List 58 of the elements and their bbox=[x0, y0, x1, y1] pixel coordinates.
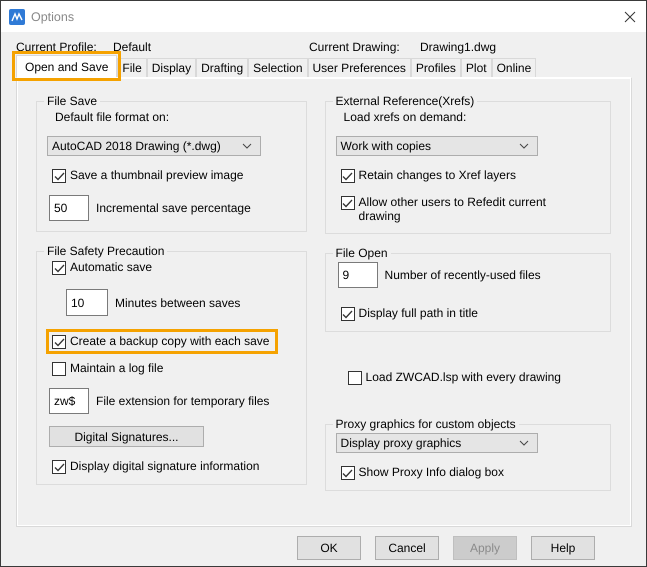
check-icon bbox=[54, 338, 64, 346]
group-title: Proxy graphics for custom objects bbox=[334, 417, 517, 431]
tab[interactable]: Plot bbox=[460, 58, 492, 77]
tab[interactable]: Display bbox=[146, 58, 196, 77]
window-title: Options bbox=[31, 10, 76, 24]
profile-value: Default bbox=[113, 40, 152, 54]
check-icon bbox=[342, 310, 354, 318]
checkbox[interactable]: Display full path in title bbox=[338, 304, 481, 323]
field-label: Default file format on: bbox=[55, 110, 170, 124]
checkbox[interactable]: Display digital signature information bbox=[49, 457, 262, 476]
dialog-button[interactable]: Cancel bbox=[375, 536, 439, 560]
checkbox[interactable]: Automatic save bbox=[49, 258, 156, 277]
group-title: External Reference(Xrefs) bbox=[334, 94, 476, 108]
group-title: File Open bbox=[334, 246, 389, 260]
checkbox[interactable]: Load ZWCAD.lsp with every drawing bbox=[344, 368, 611, 387]
checkbox[interactable]: Allow other users to Refedit current drawing bbox=[338, 193, 562, 225]
input-field[interactable]: 50 bbox=[49, 195, 89, 221]
chevron-down-icon bbox=[518, 440, 529, 446]
app-icon bbox=[9, 8, 25, 24]
field-label: Number of recently-used files bbox=[384, 268, 541, 282]
check-icon bbox=[342, 198, 354, 208]
input-field[interactable]: zw$ bbox=[49, 388, 89, 414]
check-icon bbox=[54, 172, 64, 180]
check-icon bbox=[54, 462, 64, 472]
check-icon bbox=[342, 468, 354, 478]
dropdown[interactable]: Work with copies bbox=[336, 136, 538, 156]
field-label: File extension for temporary files bbox=[96, 394, 270, 408]
chevron-down-icon bbox=[242, 143, 252, 149]
group-title: File Safety Precaution bbox=[46, 244, 166, 258]
close-icon[interactable] bbox=[624, 10, 636, 22]
drawing-label: Current Drawing: bbox=[309, 40, 401, 54]
dialog-button[interactable]: OK bbox=[297, 536, 361, 560]
checkbox[interactable]: Create a backup copy with each save bbox=[49, 332, 276, 351]
profile-label: Current Profile: bbox=[16, 40, 98, 54]
input-field[interactable]: 9 bbox=[338, 262, 378, 288]
field-label: Minutes between saves bbox=[115, 296, 240, 310]
digital-signatures-button[interactable]: Digital Signatures... bbox=[49, 426, 204, 447]
checkbox[interactable]: Retain changes to Xref layers bbox=[338, 166, 519, 185]
dialog-button[interactable]: Help bbox=[531, 536, 595, 560]
chevron-down-icon bbox=[518, 143, 529, 149]
check-icon bbox=[342, 172, 354, 180]
tab[interactable]: User Preferences bbox=[308, 58, 411, 77]
field-label: Load xrefs on demand: bbox=[344, 110, 468, 124]
input-field[interactable]: 10 bbox=[66, 289, 108, 316]
tab[interactable]: Profiles bbox=[410, 58, 461, 77]
checkbox[interactable]: Maintain a log file bbox=[49, 359, 166, 378]
tab[interactable]: Online bbox=[492, 58, 536, 77]
checkbox[interactable]: Show Proxy Info dialog box bbox=[338, 463, 507, 482]
tab[interactable]: File bbox=[117, 58, 147, 77]
field-label: Incremental save percentage bbox=[96, 201, 251, 215]
check-icon bbox=[54, 264, 64, 272]
dropdown[interactable]: Display proxy graphics bbox=[336, 433, 538, 453]
dropdown[interactable]: AutoCAD 2018 Drawing (*.dwg) bbox=[47, 136, 261, 156]
group-title: File Save bbox=[46, 94, 98, 108]
drawing-value: Drawing1.dwg bbox=[420, 40, 496, 54]
checkbox[interactable]: Save a thumbnail preview image bbox=[49, 166, 246, 185]
tab[interactable]: Selection bbox=[248, 58, 308, 77]
tab[interactable]: Drafting bbox=[196, 58, 248, 77]
